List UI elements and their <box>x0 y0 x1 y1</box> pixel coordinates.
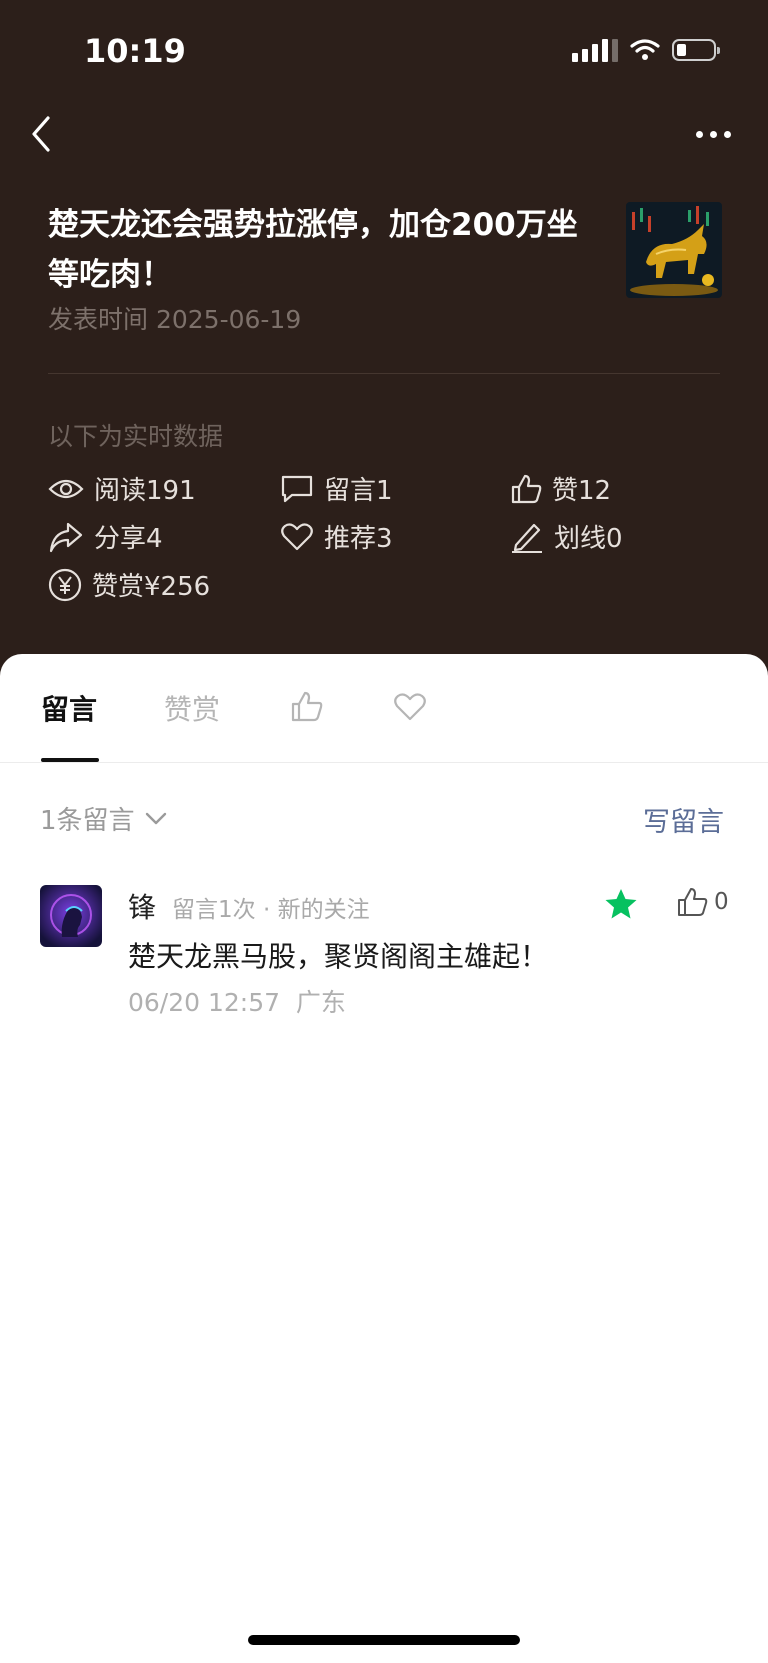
tab-divider <box>0 762 768 763</box>
recommend-count: 推荐3 <box>324 524 393 554</box>
star-icon[interactable] <box>604 888 638 920</box>
comment-like-button[interactable]: 0 <box>676 887 729 917</box>
yuan-icon <box>48 568 82 601</box>
stat-share: 分享4 <box>48 518 163 555</box>
reward-amount: 赞赏¥256 <box>92 572 211 602</box>
tab-likes[interactable] <box>290 690 324 722</box>
tab-recommend[interactable] <box>393 692 427 722</box>
stat-reward: 赞赏¥256 <box>48 566 210 603</box>
share-icon <box>49 522 83 552</box>
battery-icon <box>672 39 720 61</box>
eye-icon <box>48 479 84 498</box>
realtime-label: 以下为实时数据 <box>48 422 224 451</box>
comments-count: 留言1 <box>324 476 393 506</box>
header-divider <box>48 373 720 374</box>
thumb-up-icon <box>291 691 323 722</box>
chevron-down-icon <box>145 812 166 824</box>
comment-username[interactable]: 锋 <box>128 886 156 926</box>
comment-like-count: 0 <box>714 889 729 915</box>
tab-rewards[interactable]: 赞赏 <box>164 688 220 728</box>
likes-count: 赞12 <box>552 476 612 506</box>
comment-time-location: 06/20 12:57 广东 <box>128 988 346 1017</box>
comment-user-meta: 留言1次 · 新的关注 <box>172 897 370 923</box>
heart-icon <box>281 522 313 550</box>
thumb-up-icon <box>511 474 542 503</box>
back-icon[interactable] <box>28 114 58 154</box>
more-icon[interactable] <box>696 124 742 144</box>
share-count: 分享4 <box>94 524 163 554</box>
heart-icon <box>394 693 426 721</box>
stat-read: 阅读191 <box>48 470 196 507</box>
stat-underline: 划线0 <box>510 518 623 555</box>
underline-count: 划线0 <box>554 524 623 554</box>
avatar[interactable] <box>40 885 102 947</box>
wifi-icon <box>630 39 660 60</box>
status-bar: 10:19 <box>0 30 768 70</box>
stat-recommend: 推荐3 <box>280 518 393 555</box>
comment-text: 楚天龙黑马股，聚贤阁阁主雄起！ <box>128 940 549 973</box>
comment-count-sort[interactable]: 1条留言 <box>40 800 167 837</box>
home-indicator <box>248 1635 520 1645</box>
article-title: 楚天龙还会强势拉涨停，加仓200万坐等吃肉！ <box>48 207 578 293</box>
article-thumbnail[interactable] <box>626 202 722 298</box>
comment-count-label: 1条留言 <box>40 806 135 836</box>
signal-icon <box>572 38 618 62</box>
thumb-up-icon <box>678 888 708 916</box>
tab-comments[interactable]: 留言 <box>41 688 97 728</box>
read-count: 阅读191 <box>94 476 196 506</box>
comment-icon <box>281 475 313 502</box>
stat-comments: 留言1 <box>280 470 393 507</box>
stat-likes: 赞12 <box>510 470 611 507</box>
publish-date: 发表时间 2025-06-19 <box>48 305 302 334</box>
pen-icon <box>512 523 542 553</box>
write-comment-button[interactable]: 写留言 <box>643 800 724 839</box>
status-time: 10:19 <box>84 32 186 70</box>
